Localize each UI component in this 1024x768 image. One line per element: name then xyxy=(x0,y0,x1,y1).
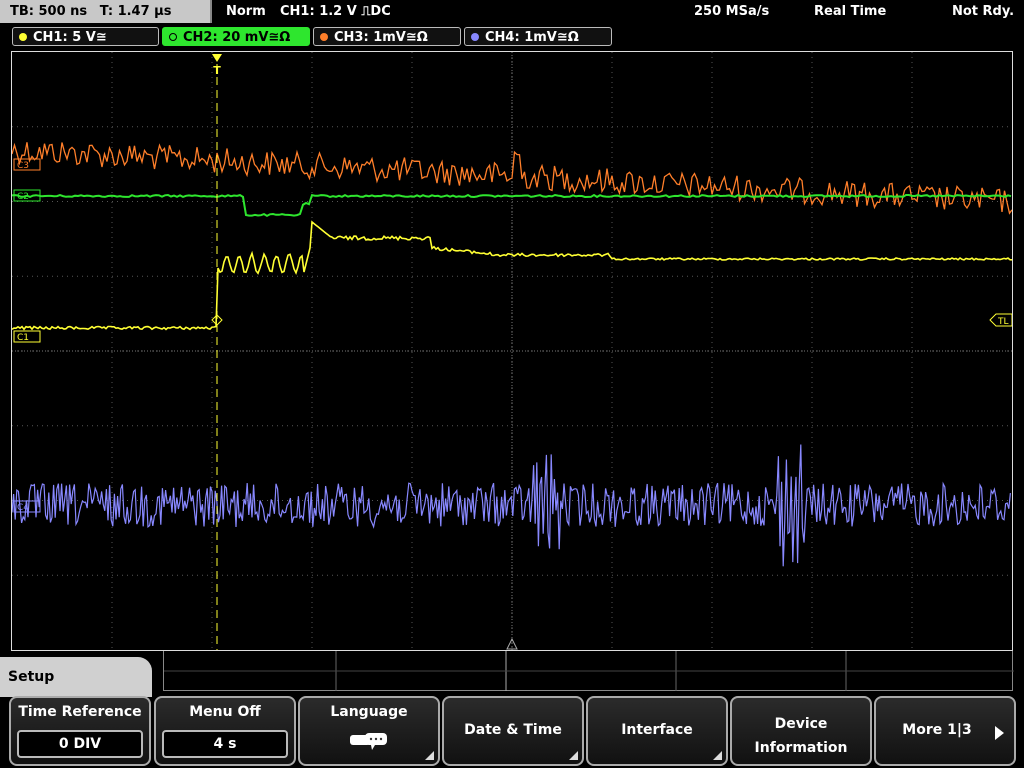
more-button[interactable]: More 1|3 xyxy=(874,696,1016,766)
ch4-dot-icon xyxy=(471,33,479,41)
horizontal-subpanel xyxy=(163,651,1014,691)
trigger-position-label: T xyxy=(213,64,221,77)
trigger-arrow-icon xyxy=(212,54,222,62)
language-label: Language xyxy=(330,704,408,720)
device-information-label: Device Information xyxy=(732,712,870,760)
device-information-line1: Device xyxy=(774,716,828,732)
waveform-display[interactable]: T C3 C2 C1 C4 TL xyxy=(11,51,1013,651)
timebase-value: TB: 500 ns xyxy=(10,4,88,19)
submenu-indicator-icon xyxy=(713,751,722,760)
ch4-marker-label: C4 xyxy=(17,503,29,513)
tab-ch4-label: CH4: 1mV≅Ω xyxy=(485,30,579,45)
acquisition-mode: Real Time xyxy=(814,4,887,19)
tab-ch2-label: CH2: 20 mV≅Ω xyxy=(183,30,291,45)
time-reference-value: 0 DIV xyxy=(17,730,143,758)
tab-ch2[interactable]: CH2: 20 mV≅Ω xyxy=(162,27,310,46)
tab-ch1-label: CH1: 5 V≅ xyxy=(33,30,107,45)
submenu-indicator-icon xyxy=(569,751,578,760)
date-time-button[interactable]: Date & Time xyxy=(442,696,584,766)
arrow-right-icon xyxy=(995,726,1004,740)
more-label: More 1|3 xyxy=(902,722,972,738)
ch3-offset-marker[interactable]: C3 xyxy=(13,158,41,171)
menu-off-button[interactable]: Menu Off 4 s xyxy=(154,696,296,766)
trigger-mode[interactable]: Norm xyxy=(226,0,266,23)
ch3-dot-icon xyxy=(320,33,328,41)
sample-rate: 250 MSa/s xyxy=(694,4,770,19)
time-reference-label: Time Reference xyxy=(18,704,142,720)
status-bar: TB: 500 ns T: 1.47 µs Norm CH1: 1.2 V ⎍D… xyxy=(0,0,1024,24)
ch1-dot-icon xyxy=(19,33,27,41)
tab-ch1[interactable]: CH1: 5 V≅ xyxy=(12,27,159,46)
tab-ch3-label: CH3: 1mV≅Ω xyxy=(334,30,428,45)
trigger-level-marker[interactable]: TL xyxy=(989,313,1012,327)
interface-button[interactable]: Interface xyxy=(586,696,728,766)
tab-ch3[interactable]: CH3: 1mV≅Ω xyxy=(313,27,461,46)
channel-tabs: CH1: 5 V≅ CH2: 20 mV≅Ω CH3: 1mV≅Ω CH4: 1… xyxy=(0,27,1024,47)
trigger-position-marker[interactable]: T xyxy=(212,54,222,77)
trigger-setting[interactable]: CH1: 1.2 V ⎍DC xyxy=(280,0,391,23)
tab-ch4[interactable]: CH4: 1mV≅Ω xyxy=(464,27,612,46)
language-button[interactable]: Language xyxy=(298,696,440,766)
ch2-marker-label: C2 xyxy=(17,192,29,202)
ch2-dot-icon xyxy=(169,33,177,41)
ch1-offset-marker[interactable]: C1 xyxy=(13,330,41,343)
time-reference-button[interactable]: Time Reference 0 DIV xyxy=(9,696,151,766)
acquisition-status: Not Rdy. xyxy=(952,4,1015,19)
menu-off-value: 4 s xyxy=(162,730,288,758)
ch3-marker-label: C3 xyxy=(17,161,29,171)
trigger-time-value: T: 1.47 µs xyxy=(99,4,172,19)
trigger-level-label: TL xyxy=(997,317,1009,327)
device-information-button[interactable]: Device Information xyxy=(730,696,872,766)
graticule xyxy=(12,52,1012,650)
speech-bubbles-icon xyxy=(350,733,387,750)
ch1-marker-label: C1 xyxy=(17,333,29,343)
menu-title: Setup xyxy=(0,657,152,697)
subpanel-grid xyxy=(164,651,1014,691)
ch4-trace xyxy=(12,444,1011,567)
menu-off-label: Menu Off xyxy=(189,704,261,720)
date-time-label: Date & Time xyxy=(464,722,562,738)
submenu-indicator-icon xyxy=(425,751,434,760)
waveform-canvas: T C3 C2 C1 C4 TL xyxy=(12,52,1012,650)
device-information-line2: Information xyxy=(754,740,848,756)
interface-label: Interface xyxy=(621,722,693,738)
timebase-box[interactable]: TB: 500 ns T: 1.47 µs xyxy=(0,0,212,23)
